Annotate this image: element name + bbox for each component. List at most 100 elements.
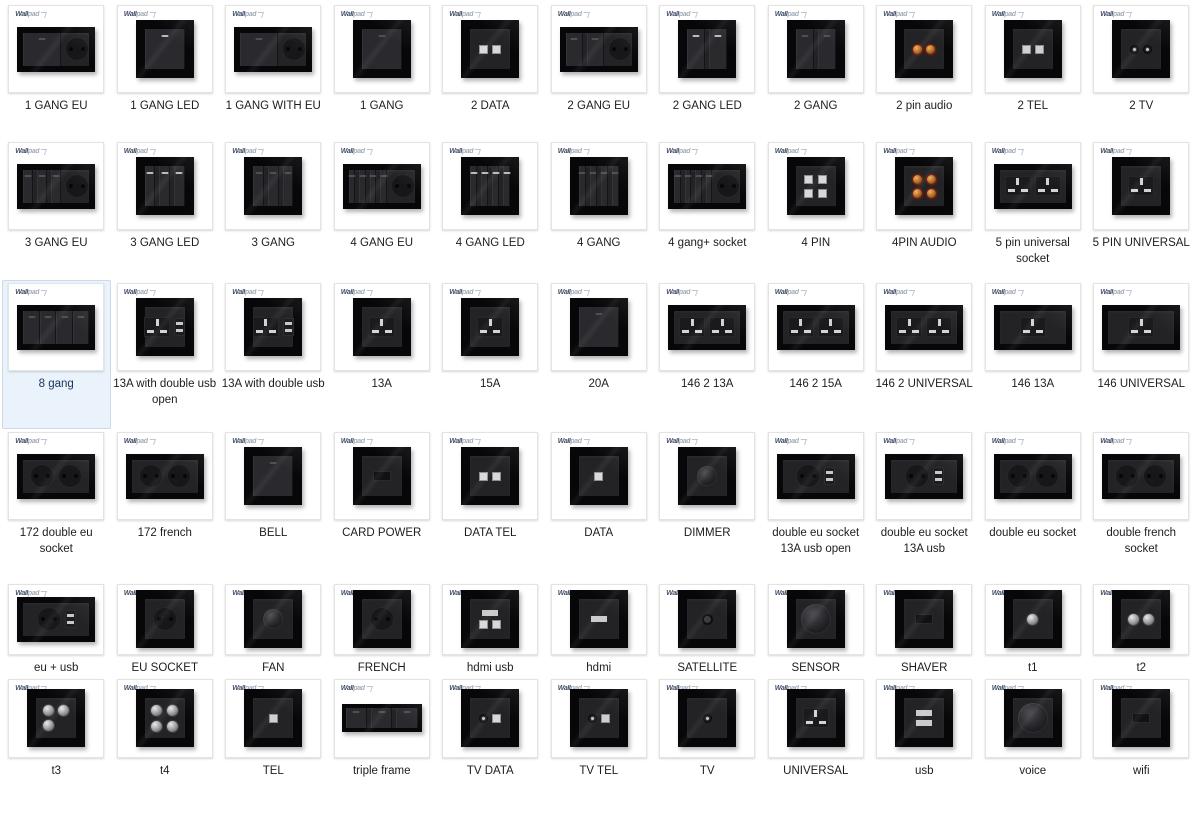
product-tile[interactable]: Wall pad 4 GANG EU bbox=[328, 139, 437, 280]
product-thumbnail[interactable]: Wallpad bbox=[550, 5, 647, 93]
product-tile[interactable]: Wall pad 3 GANG bbox=[219, 139, 328, 280]
product-tile-selected[interactable]: Wall pad 8 gang bbox=[2, 280, 111, 429]
product-tile[interactable]: Wall pad double eu socket 13A usb open bbox=[762, 429, 871, 581]
product-tile[interactable]: Wallpad usb bbox=[870, 676, 979, 779]
product-thumbnail[interactable]: Wallpad bbox=[225, 679, 322, 758]
product-thumbnail[interactable]: Wallpad bbox=[225, 283, 322, 371]
product-thumbnail[interactable]: Wallpad bbox=[8, 679, 105, 758]
product-tile[interactable]: Wallpad FAN bbox=[219, 581, 328, 676]
product-thumbnail[interactable]: Wallpad bbox=[984, 283, 1081, 371]
product-thumbnail[interactable]: Wallpad bbox=[225, 5, 322, 93]
product-thumbnail[interactable]: Wallpad bbox=[1093, 5, 1190, 93]
product-tile[interactable]: Wallpad wifi bbox=[1087, 676, 1196, 779]
product-tile[interactable]: Wallpad t1 bbox=[979, 581, 1088, 676]
product-tile[interactable]: Wall pad 2 GANG EU bbox=[545, 2, 654, 139]
product-thumbnail[interactable]: Wallpad bbox=[876, 283, 973, 371]
product-tile[interactable]: Wall pad 4PIN AUDIO bbox=[870, 139, 979, 280]
product-thumbnail[interactable]: Wallpad bbox=[442, 432, 539, 520]
product-tile[interactable]: Wall pad 2 TV bbox=[1087, 2, 1196, 139]
product-tile[interactable]: Wallpad t2 bbox=[1087, 581, 1196, 676]
product-thumbnail[interactable]: Wallpad bbox=[333, 584, 430, 655]
product-thumbnail[interactable]: Wallpad bbox=[1093, 283, 1190, 371]
product-tile[interactable]: Wall pad 172 double eu socket bbox=[2, 429, 111, 581]
product-tile[interactable]: Wallpad UNIVERSAL bbox=[762, 676, 871, 779]
product-thumbnail[interactable]: Wallpad bbox=[984, 679, 1081, 758]
product-thumbnail[interactable]: Wallpad bbox=[659, 679, 756, 758]
product-tile[interactable]: Wall pad 146 UNIVERSAL bbox=[1087, 280, 1196, 429]
product-tile[interactable]: Wall pad double eu socket 13A usb bbox=[870, 429, 979, 581]
product-thumbnail[interactable]: Wallpad bbox=[333, 283, 430, 371]
product-tile[interactable]: Wallpad FRENCH bbox=[328, 581, 437, 676]
product-thumbnail[interactable]: Wallpad bbox=[984, 432, 1081, 520]
product-thumbnail[interactable]: Wallpad bbox=[116, 679, 213, 758]
product-tile[interactable]: Wall pad 3 GANG EU bbox=[2, 139, 111, 280]
product-tile[interactable]: Wall pad 1 GANG bbox=[328, 2, 437, 139]
product-tile[interactable]: Wallpad voice bbox=[979, 676, 1088, 779]
product-thumbnail[interactable]: Wallpad bbox=[767, 432, 864, 520]
product-tile[interactable]: Wallpad SHAVER bbox=[870, 581, 979, 676]
product-tile[interactable]: Wallpad SENSOR bbox=[762, 581, 871, 676]
product-tile[interactable]: Wall pad 4 gang+ socket bbox=[653, 139, 762, 280]
product-thumbnail[interactable]: Wallpad bbox=[659, 584, 756, 655]
product-tile[interactable]: Wall pad eu + usb bbox=[2, 581, 111, 676]
product-thumbnail[interactable]: Wallpad bbox=[442, 283, 539, 371]
product-tile[interactable]: Wall pad 20A bbox=[545, 280, 654, 429]
product-tile[interactable]: Wallpad SATELLITE bbox=[653, 581, 762, 676]
product-thumbnail[interactable]: Wallpad bbox=[767, 5, 864, 93]
product-tile[interactable]: Wall pad 1 GANG LED bbox=[111, 2, 220, 139]
product-tile[interactable]: Wall pad 2 pin audio bbox=[870, 2, 979, 139]
product-thumbnail[interactable]: Wallpad bbox=[333, 5, 430, 93]
product-tile[interactable]: Wallpad hdmi bbox=[545, 581, 654, 676]
product-thumbnail[interactable]: Wallpad bbox=[550, 283, 647, 371]
product-thumbnail[interactable]: Wallpad bbox=[767, 142, 864, 230]
product-thumbnail[interactable]: Wallpad bbox=[876, 432, 973, 520]
product-thumbnail[interactable]: Wallpad bbox=[659, 5, 756, 93]
product-tile[interactable]: Wall pad 2 TEL bbox=[979, 2, 1088, 139]
product-tile[interactable]: Wall pad 172 french bbox=[111, 429, 220, 581]
product-tile[interactable]: Wall pad 4 PIN bbox=[762, 139, 871, 280]
product-tile[interactable]: Wall pad 146 2 15A bbox=[762, 280, 871, 429]
product-thumbnail[interactable]: Wallpad bbox=[442, 142, 539, 230]
product-tile[interactable]: Wall pad double eu socket bbox=[979, 429, 1088, 581]
product-tile[interactable]: Wall pad 2 DATA bbox=[436, 2, 545, 139]
product-tile[interactable]: Wallpad t4 bbox=[111, 676, 220, 779]
product-tile[interactable]: Wall pad 13A with double usb open bbox=[111, 280, 220, 429]
product-tile[interactable]: Wallpad EU SOCKET bbox=[111, 581, 220, 676]
product-tile[interactable]: Wall pad DATA bbox=[545, 429, 654, 581]
product-thumbnail[interactable]: Wallpad bbox=[442, 584, 539, 655]
product-thumbnail[interactable]: Wallpad bbox=[116, 283, 213, 371]
product-thumbnail[interactable]: Wallpad bbox=[116, 5, 213, 93]
product-tile[interactable]: Wallpad TV TEL bbox=[545, 676, 654, 779]
product-thumbnail[interactable]: Wallpad bbox=[116, 142, 213, 230]
product-thumbnail[interactable]: Wallpad bbox=[225, 584, 322, 655]
product-thumbnail[interactable]: Wallpad bbox=[333, 142, 430, 230]
product-tile[interactable]: Wall pad 146 2 13A bbox=[653, 280, 762, 429]
product-tile[interactable]: Wallpad hdmi usb bbox=[436, 581, 545, 676]
product-tile[interactable]: Wallpad TV bbox=[653, 676, 762, 779]
product-tile[interactable]: Wall pad CARD POWER bbox=[328, 429, 437, 581]
product-thumbnail[interactable]: Wallpad bbox=[333, 432, 430, 520]
product-tile[interactable]: Wall pad BELL bbox=[219, 429, 328, 581]
product-thumbnail[interactable]: Wallpad bbox=[876, 584, 973, 655]
product-thumbnail[interactable]: Wallpad bbox=[442, 679, 539, 758]
product-tile[interactable]: Wall pad 2 GANG bbox=[762, 2, 871, 139]
product-thumbnail[interactable]: Wallpad bbox=[8, 432, 105, 520]
product-thumbnail[interactable]: Wallpad bbox=[876, 5, 973, 93]
product-tile[interactable]: Wall pad 13A with double usb bbox=[219, 280, 328, 429]
product-thumbnail[interactable]: Wallpad bbox=[116, 432, 213, 520]
product-tile[interactable]: Wall pad 1 GANG WITH EU bbox=[219, 2, 328, 139]
product-thumbnail[interactable]: Wallpad bbox=[550, 142, 647, 230]
product-thumbnail[interactable]: Wallpad bbox=[876, 679, 973, 758]
product-tile[interactable]: Wall pad 2 GANG LED bbox=[653, 2, 762, 139]
product-thumbnail[interactable]: Wallpad bbox=[984, 5, 1081, 93]
product-thumbnail[interactable]: Wallpad bbox=[1093, 679, 1190, 758]
product-thumbnail[interactable]: Wallpad bbox=[1093, 584, 1190, 655]
product-thumbnail[interactable]: Wallpad bbox=[333, 679, 430, 758]
product-tile[interactable]: Wall pad 1 GANG EU bbox=[2, 2, 111, 139]
product-thumbnail[interactable]: Wallpad bbox=[1093, 142, 1190, 230]
product-tile[interactable]: Wall pad DIMMER bbox=[653, 429, 762, 581]
product-tile[interactable]: Wallpad TV DATA bbox=[436, 676, 545, 779]
product-thumbnail[interactable]: Wallpad bbox=[116, 584, 213, 655]
product-thumbnail[interactable]: Wallpad bbox=[659, 142, 756, 230]
product-tile[interactable]: Wall pad 146 13A bbox=[979, 280, 1088, 429]
